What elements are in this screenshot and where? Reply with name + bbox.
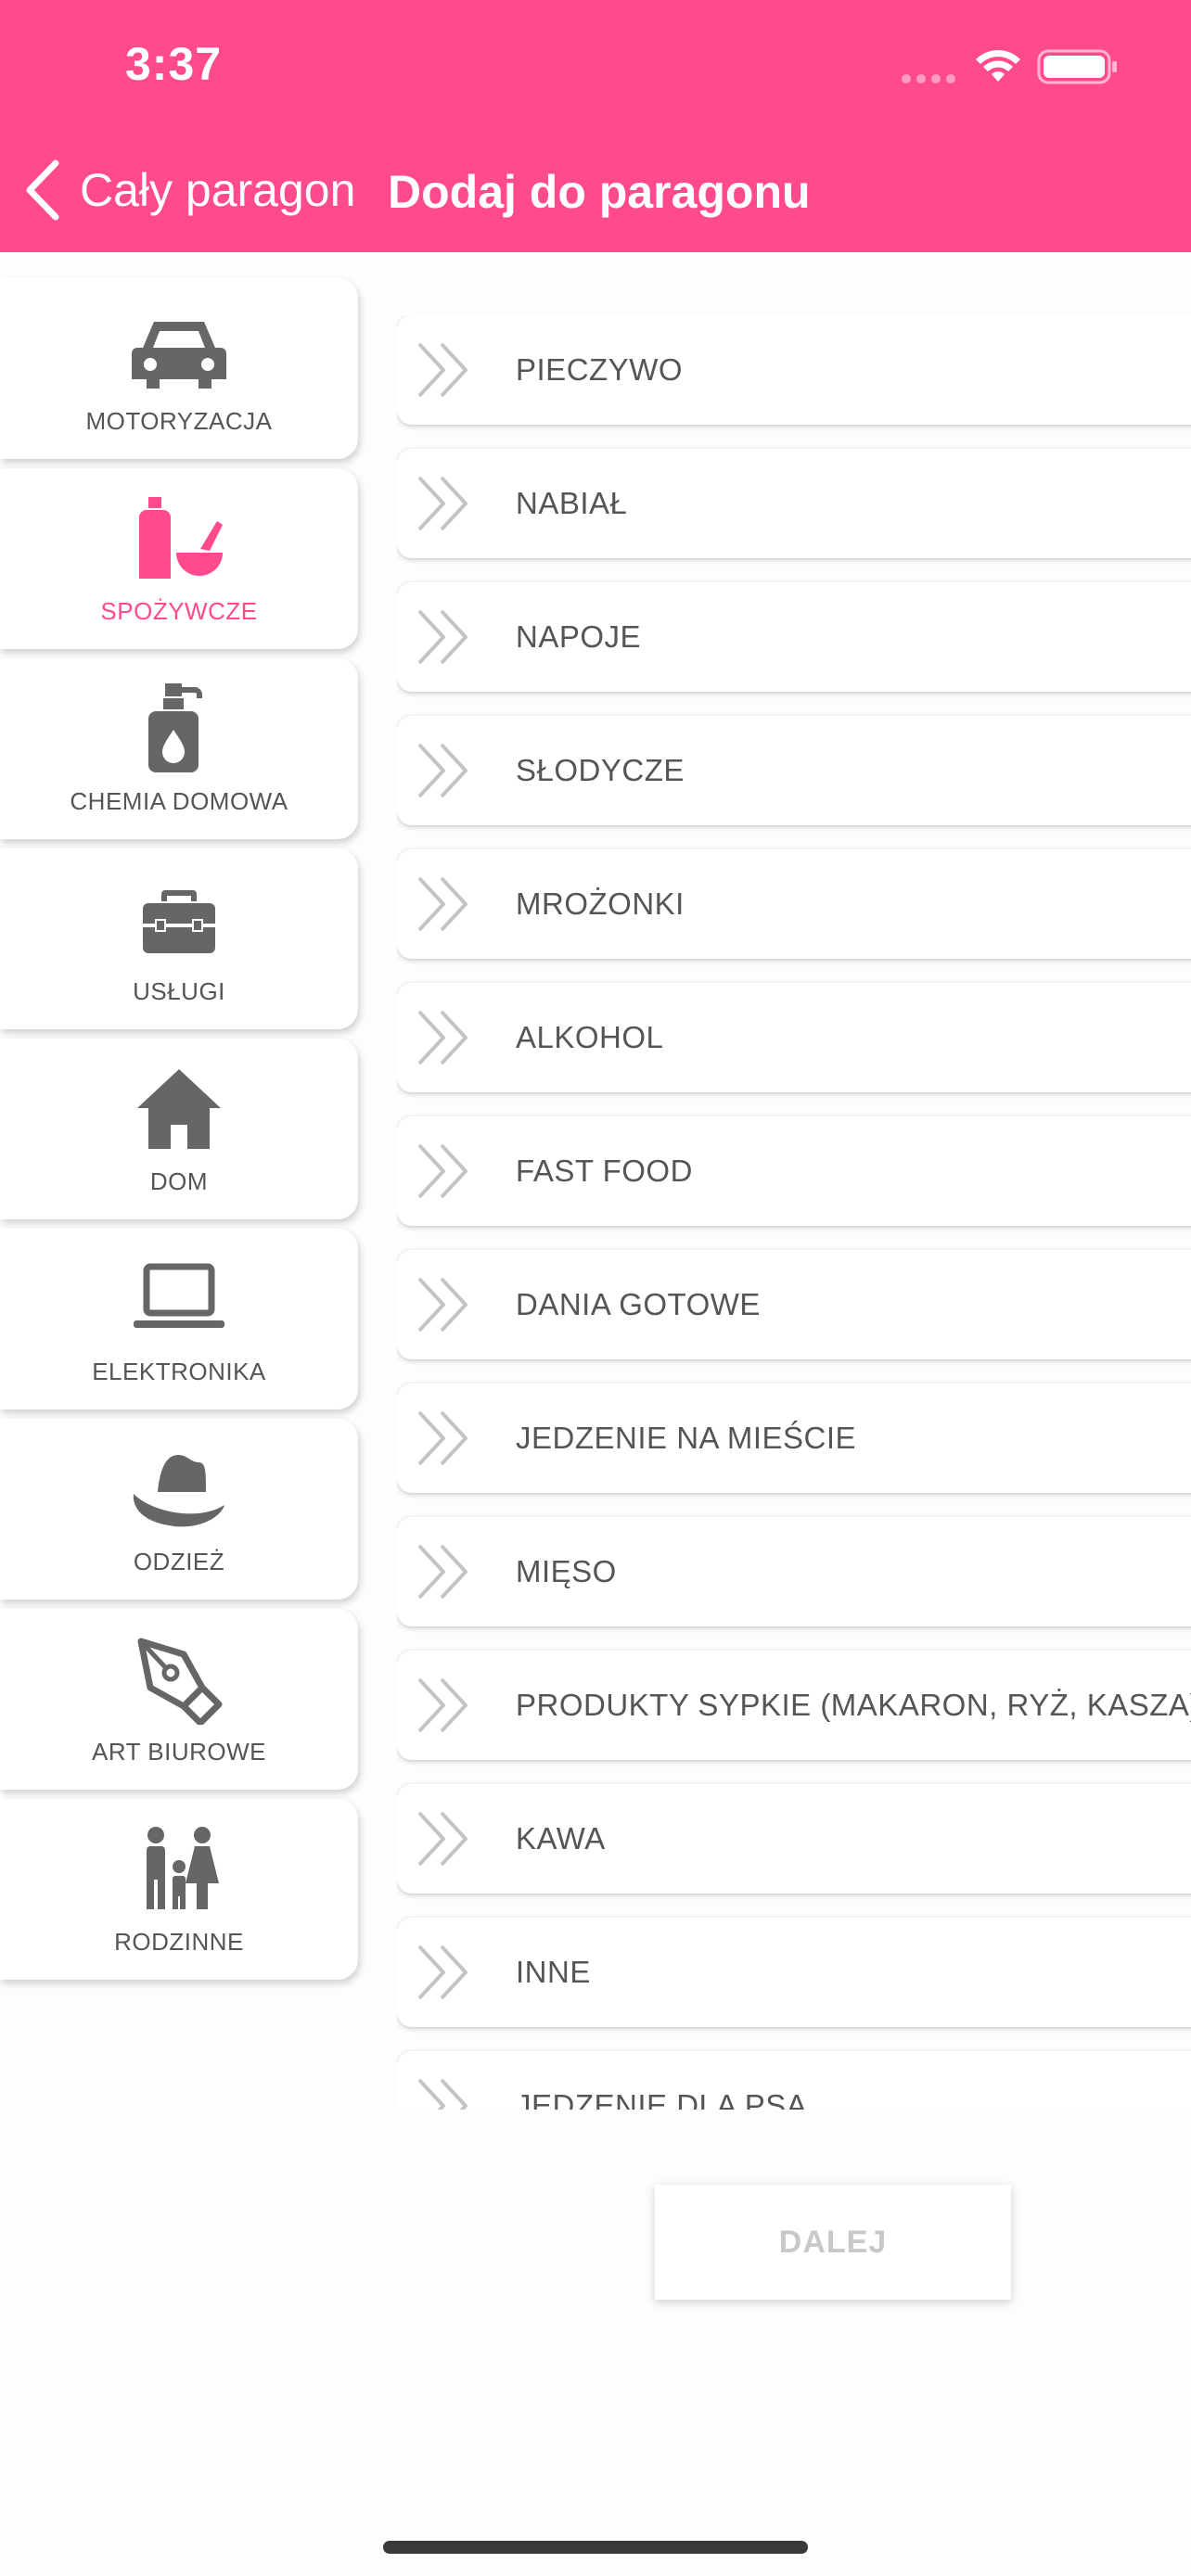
list-item[interactable]: JEDZENIE DLA PSA bbox=[397, 2051, 1191, 2110]
next-button[interactable]: DALEJ bbox=[655, 2185, 1011, 2300]
category-chemia-domowa[interactable]: CHEMIA DOMOWA bbox=[0, 658, 358, 839]
cellular-signal-icon bbox=[902, 74, 955, 83]
category-label: USŁUGI bbox=[133, 977, 225, 1005]
double-chevron-right-icon bbox=[417, 1277, 467, 1333]
list-item-label: JEDZENIE NA MIEŚCIE bbox=[516, 1421, 857, 1455]
list-item-label: JEDZENIE DLA PSA bbox=[516, 2088, 808, 2110]
list-item[interactable]: KAWA bbox=[397, 1784, 1191, 1894]
pen-nib-icon bbox=[137, 1638, 223, 1725]
double-chevron-right-icon bbox=[417, 1010, 467, 1065]
category-elektronika[interactable]: ELEKTRONIKA bbox=[0, 1229, 358, 1409]
page-title: Dodaj do paragonu bbox=[388, 166, 811, 218]
list-item-label: PRODUKTY SYPKIE (MAKARON, RYŻ, KASZA) bbox=[516, 1688, 1191, 1722]
list-item-label: SŁODYCZE bbox=[516, 753, 685, 787]
list-item-label: PIECZYWO bbox=[516, 352, 684, 387]
list-item[interactable]: DANIA GOTOWE bbox=[397, 1250, 1191, 1359]
category-label: CHEMIA DOMOWA bbox=[70, 787, 288, 815]
double-chevron-right-icon bbox=[417, 2078, 467, 2110]
category-odziez[interactable]: ODZIEŻ bbox=[0, 1419, 358, 1600]
double-chevron-right-icon bbox=[417, 342, 467, 398]
list-item-label: FAST FOOD bbox=[516, 1154, 693, 1188]
list-item-label: MROŻONKI bbox=[516, 886, 685, 921]
category-label: ELEKTRONIKA bbox=[92, 1358, 266, 1385]
category-motoryzacja[interactable]: MOTORYZACJA bbox=[0, 278, 358, 459]
double-chevron-right-icon bbox=[417, 1945, 467, 2000]
category-label: SPOŻYWCZE bbox=[100, 597, 258, 625]
double-chevron-right-icon bbox=[417, 876, 467, 932]
double-chevron-right-icon bbox=[417, 743, 467, 798]
car-icon bbox=[132, 322, 226, 389]
category-label: ODZIEŻ bbox=[133, 1548, 225, 1575]
list-item-label: INNE bbox=[516, 1955, 591, 1989]
double-chevron-right-icon bbox=[417, 1143, 467, 1199]
list-item-label: KAWA bbox=[516, 1821, 606, 1855]
list-item[interactable]: INNE bbox=[397, 1918, 1191, 2027]
navigation-header: 3:37 Cały paragon Dodaj do paragonu bbox=[0, 0, 1191, 252]
list-item[interactable]: JEDZENIE NA MIEŚCIE bbox=[397, 1384, 1191, 1493]
category-art-biurowe[interactable]: ART BIUROWE bbox=[0, 1609, 358, 1790]
list-item[interactable]: NAPOJE bbox=[397, 582, 1191, 692]
double-chevron-right-icon bbox=[417, 1677, 467, 1733]
list-item[interactable]: ALKOHOL bbox=[397, 983, 1191, 1092]
list-item[interactable]: NABIAŁ bbox=[397, 449, 1191, 558]
hat-icon bbox=[133, 1455, 224, 1527]
toolbox-icon bbox=[143, 890, 215, 953]
list-item-label: NAPOJE bbox=[516, 619, 642, 654]
chevron-left-icon bbox=[26, 159, 59, 221]
list-item-label: ALKOHOL bbox=[516, 1020, 664, 1054]
list-item[interactable]: MIĘSO bbox=[397, 1517, 1191, 1626]
double-chevron-right-icon bbox=[417, 609, 467, 665]
groceries-icon bbox=[139, 497, 223, 579]
list-item-label: DANIA GOTOWE bbox=[516, 1287, 761, 1321]
double-chevron-right-icon bbox=[417, 1811, 467, 1867]
category-label: DOM bbox=[149, 1167, 209, 1195]
subcategory-list[interactable]: PIECZYWO NABIAŁ NAPOJE SŁODYCZE MROŻONKI… bbox=[397, 315, 1191, 2110]
wifi-icon bbox=[976, 50, 1020, 82]
family-icon bbox=[147, 1827, 219, 1909]
status-time: 3:37 bbox=[125, 38, 223, 90]
double-chevron-right-icon bbox=[417, 476, 467, 531]
home-icon bbox=[137, 1069, 221, 1149]
category-rodzinne[interactable]: RODZINNE bbox=[0, 1799, 358, 1980]
back-label: Cały paragon bbox=[80, 164, 356, 216]
list-item[interactable]: PIECZYWO bbox=[397, 315, 1191, 425]
list-item[interactable]: PRODUKTY SYPKIE (MAKARON, RYŻ, KASZA) bbox=[397, 1651, 1191, 1760]
category-dom[interactable]: DOM bbox=[0, 1039, 358, 1219]
double-chevron-right-icon bbox=[417, 1544, 467, 1600]
battery-icon bbox=[1037, 49, 1117, 84]
category-spozywcze[interactable]: SPOŻYWCZE bbox=[0, 468, 358, 649]
category-uslugi[interactable]: USŁUGI bbox=[0, 848, 358, 1029]
category-label: RODZINNE bbox=[114, 1928, 244, 1956]
home-indicator bbox=[383, 2541, 808, 2554]
category-label: MOTORYZACJA bbox=[85, 407, 273, 435]
category-sidebar: MOTORYZACJA SPOŻYWCZE CHEMIA DOMOWA USŁU… bbox=[0, 278, 358, 1989]
list-item[interactable]: FAST FOOD bbox=[397, 1116, 1191, 1226]
laptop-icon bbox=[134, 1263, 224, 1328]
double-chevron-right-icon bbox=[417, 1410, 467, 1466]
back-button[interactable]: Cały paragon bbox=[20, 158, 355, 223]
list-item[interactable]: MROŻONKI bbox=[397, 849, 1191, 959]
soap-dispenser-icon bbox=[148, 683, 202, 772]
next-button-label: DALEJ bbox=[778, 2224, 888, 2260]
list-item[interactable]: SŁODYCZE bbox=[397, 716, 1191, 825]
list-item-label: NABIAŁ bbox=[516, 486, 628, 520]
list-item-label: MIĘSO bbox=[516, 1554, 617, 1588]
category-label: ART BIUROWE bbox=[91, 1738, 266, 1766]
